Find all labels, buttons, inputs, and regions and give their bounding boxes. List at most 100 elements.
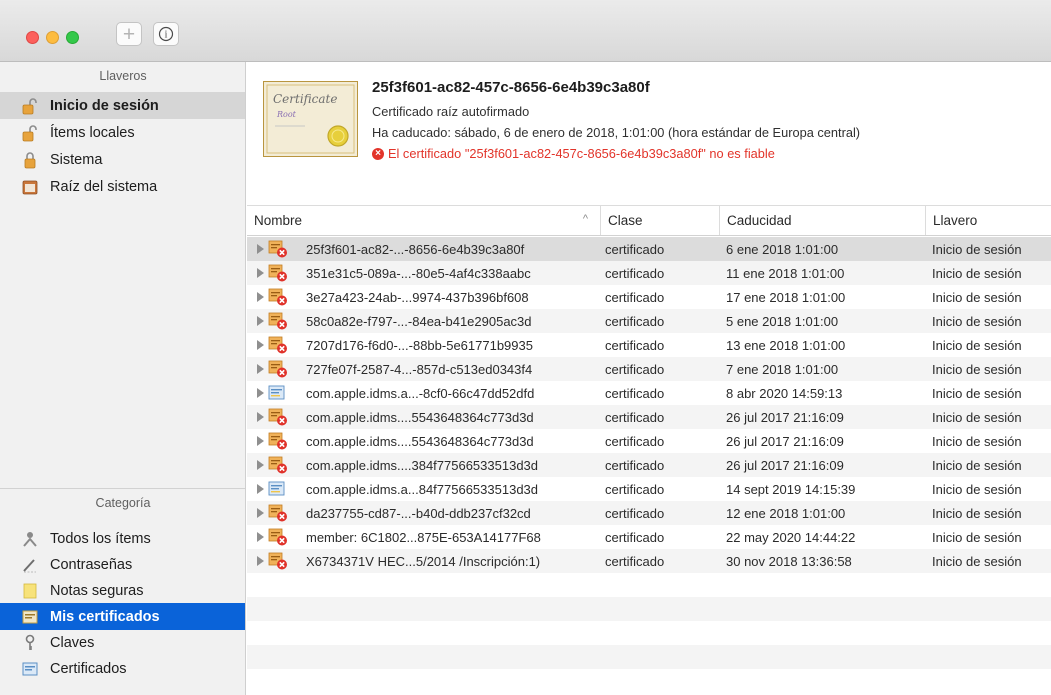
- certificate-table: 25f3f601-ac82-...-8656-6e4b39c3a80f certi…: [247, 237, 1051, 695]
- certificate-error-text: El certificado "25f3f601-ac82-457c-8656-…: [388, 146, 775, 161]
- table-row[interactable]: com.apple.idms....384f77566533513d3d cert…: [247, 453, 1051, 477]
- row-expiry: 6 ene 2018 1:01:00: [726, 241, 839, 257]
- table-row[interactable]: 58c0a82e-f797-...-84ea-b41e2905ac3d certi…: [247, 309, 1051, 333]
- row-name: com.apple.idms....384f77566533513d3d: [306, 457, 539, 473]
- disclosure-triangle-icon[interactable]: [257, 460, 264, 470]
- sidebar: Llaveros Inicio de sesión Ítems locales …: [0, 62, 246, 695]
- certificate-large-icon: Certificate Root: [263, 81, 358, 157]
- empty-row: [247, 669, 1051, 693]
- table-row[interactable]: com.apple.idms.a...84f77566533513d3d cert…: [247, 477, 1051, 501]
- row-expiry: 26 jul 2017 21:16:09: [726, 457, 844, 473]
- table-row[interactable]: 351e31c5-089a-...-80e5-4af4c338aabc certi…: [247, 261, 1051, 285]
- key-icon: [20, 634, 40, 652]
- sidebar-item-all-items[interactable]: Todos los ítems: [0, 525, 245, 552]
- disclosure-triangle-icon[interactable]: [257, 412, 264, 422]
- certificate-icon: [268, 384, 288, 405]
- row-class: certificado: [605, 337, 665, 353]
- sidebar-item-login[interactable]: Inicio de sesión: [0, 92, 245, 119]
- table-row[interactable]: 3e27a423-24ab-...9974-437b396bf608 certif…: [247, 285, 1051, 309]
- sidebar-item-keys[interactable]: Claves: [0, 629, 245, 656]
- table-row[interactable]: X6734371V HEC...5/2014 /Inscripción:1) ce…: [247, 549, 1051, 573]
- close-window-button[interactable]: [26, 31, 39, 44]
- people-icon: [20, 530, 40, 548]
- info-icon: i: [158, 26, 174, 42]
- zoom-window-button[interactable]: [66, 31, 79, 44]
- invalid-certificate-icon: [268, 312, 288, 333]
- row-name: com.apple.idms.a...-8cf0-66c47dd52dfd: [306, 385, 535, 401]
- minimize-window-button[interactable]: [46, 31, 59, 44]
- row-expiry: 14 sept 2019 14:15:39: [726, 481, 856, 497]
- disclosure-triangle-icon[interactable]: [257, 364, 264, 374]
- disclosure-triangle-icon[interactable]: [257, 292, 264, 302]
- sidebar-item-label: Claves: [50, 634, 95, 651]
- table-row[interactable]: 727fe07f-2587-4...-857d-c513ed0343f4 cert…: [247, 357, 1051, 381]
- disclosure-triangle-icon[interactable]: [257, 268, 264, 278]
- row-keychain: Inicio de sesión: [932, 457, 1022, 473]
- row-expiry: 12 ene 2018 1:01:00: [726, 505, 846, 521]
- table-row[interactable]: com.apple.idms....5543648364c773d3d certi…: [247, 429, 1051, 453]
- row-name: com.apple.idms....5543648364c773d3d: [306, 433, 534, 449]
- table-row[interactable]: da237755-cd87-...-b40d-ddb237cf32cd certi…: [247, 501, 1051, 525]
- lock-closed-icon: [20, 151, 40, 169]
- sidebar-item-label: Inicio de sesión: [50, 97, 159, 114]
- invalid-certificate-icon: [268, 408, 288, 429]
- sidebar-item-secure-notes[interactable]: Notas seguras: [0, 577, 245, 604]
- column-header-expiry[interactable]: Caducidad: [719, 206, 925, 235]
- sidebar-item-passwords[interactable]: Contraseñas: [0, 551, 245, 578]
- note-icon: [20, 582, 40, 600]
- disclosure-triangle-icon[interactable]: [257, 484, 264, 494]
- sidebar-item-label: Raíz del sistema: [50, 178, 158, 195]
- sidebar-item-label: Ítems locales: [50, 124, 135, 141]
- empty-row: [247, 573, 1051, 597]
- svg-text:i: i: [165, 30, 168, 41]
- column-header-keychain[interactable]: Llavero: [925, 206, 1051, 235]
- sidebar-item-label: Todos los ítems: [50, 530, 151, 547]
- row-class: certificado: [605, 241, 665, 257]
- row-class: certificado: [605, 313, 665, 329]
- row-keychain: Inicio de sesión: [932, 337, 1022, 353]
- row-class: certificado: [605, 481, 665, 497]
- row-keychain: Inicio de sesión: [932, 529, 1022, 545]
- add-item-button[interactable]: +: [116, 22, 142, 46]
- disclosure-triangle-icon[interactable]: [257, 316, 264, 326]
- row-keychain: Inicio de sesión: [932, 265, 1022, 281]
- row-name: com.apple.idms....5543648364c773d3d: [306, 409, 534, 425]
- row-class: certificado: [605, 409, 665, 425]
- sidebar-item-system[interactable]: Sistema: [0, 146, 245, 173]
- row-name: 7207d176-f6d0-...-88bb-5e61771b9935: [306, 337, 533, 353]
- sidebar-item-my-certificates[interactable]: Mis certificados: [0, 603, 245, 630]
- row-class: certificado: [605, 553, 665, 569]
- table-row[interactable]: com.apple.idms.a...-8cf0-66c47dd52dfd cer…: [247, 381, 1051, 405]
- table-row[interactable]: com.apple.idms....5543648364c773d3d certi…: [247, 405, 1051, 429]
- info-button[interactable]: i: [153, 22, 179, 46]
- sidebar-item-system-roots[interactable]: Raíz del sistema: [0, 173, 245, 200]
- row-class: certificado: [605, 289, 665, 305]
- disclosure-triangle-icon[interactable]: [257, 556, 264, 566]
- row-name: member: 6C1802...875E-653A14177F68: [306, 529, 541, 545]
- column-header-name[interactable]: Nombre ^: [247, 206, 600, 235]
- table-row[interactable]: member: 6C1802...875E-653A14177F68 certif…: [247, 525, 1051, 549]
- disclosure-triangle-icon[interactable]: [257, 388, 264, 398]
- table-row[interactable]: 7207d176-f6d0-...-88bb-5e61771b9935 certi…: [247, 333, 1051, 357]
- sidebar-item-local-items[interactable]: Ítems locales: [0, 119, 245, 146]
- certificate-error: × El certificado "25f3f601-ac82-457c-865…: [372, 146, 775, 161]
- sidebar-divider: [0, 488, 245, 489]
- row-expiry: 26 jul 2017 21:16:09: [726, 433, 844, 449]
- row-expiry: 22 may 2020 14:44:22: [726, 529, 856, 545]
- row-keychain: Inicio de sesión: [932, 409, 1022, 425]
- lock-open-icon: [20, 97, 40, 115]
- invalid-certificate-icon: [268, 528, 288, 549]
- disclosure-triangle-icon[interactable]: [257, 340, 264, 350]
- row-name: 727fe07f-2587-4...-857d-c513ed0343f4: [306, 361, 533, 377]
- disclosure-triangle-icon[interactable]: [257, 508, 264, 518]
- keychains-header: Llaveros: [99, 69, 147, 83]
- certificate-subtitle: Certificado raíz autofirmado: [372, 104, 530, 119]
- disclosure-triangle-icon[interactable]: [257, 436, 264, 446]
- column-header-class[interactable]: Clase: [600, 206, 719, 235]
- disclosure-triangle-icon[interactable]: [257, 244, 264, 254]
- sidebar-item-certificates[interactable]: Certificados: [0, 655, 245, 682]
- table-header: Nombre ^ Clase Caducidad Llavero: [247, 205, 1051, 236]
- invalid-certificate-icon: [268, 504, 288, 525]
- table-row[interactable]: 25f3f601-ac82-...-8656-6e4b39c3a80f certi…: [247, 237, 1051, 261]
- disclosure-triangle-icon[interactable]: [257, 532, 264, 542]
